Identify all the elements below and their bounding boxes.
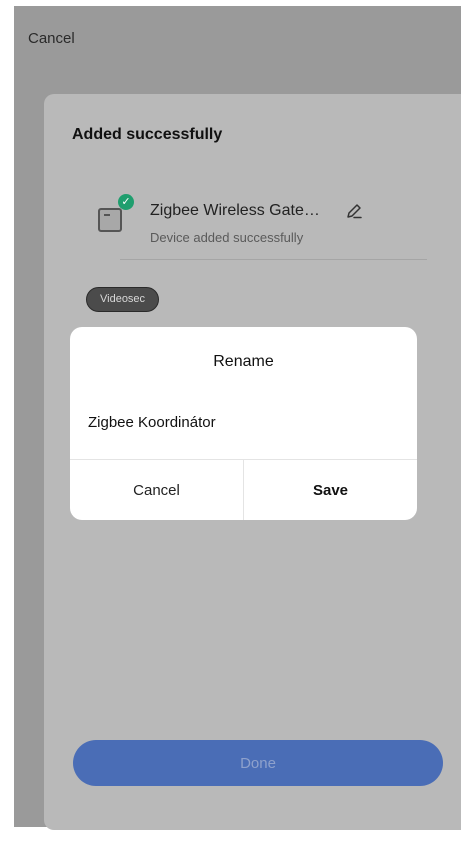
edit-pencil-icon[interactable] xyxy=(345,202,363,220)
dialog-title: Rename xyxy=(213,353,274,370)
device-divider xyxy=(120,259,427,260)
done-button[interactable]: Done xyxy=(73,740,443,786)
device-row: ✓ Zigbee Wireless Gate… Device added suc… xyxy=(96,194,426,260)
device-name: Zigbee Wireless Gate… xyxy=(150,202,320,219)
gateway-device-icon xyxy=(98,208,122,232)
check-badge-icon: ✓ xyxy=(118,194,134,210)
device-status: Device added successfully xyxy=(150,230,304,245)
rename-input[interactable] xyxy=(88,410,398,434)
dialog-save-button[interactable]: Save xyxy=(244,460,417,520)
room-chip[interactable]: Videosec xyxy=(86,287,160,312)
sheet-title: Added successfully xyxy=(72,126,223,143)
dialog-cancel-button[interactable]: Cancel xyxy=(70,460,243,520)
rename-dialog: Rename Cancel Save xyxy=(70,327,417,520)
top-cancel-button[interactable]: Cancel xyxy=(28,30,75,47)
